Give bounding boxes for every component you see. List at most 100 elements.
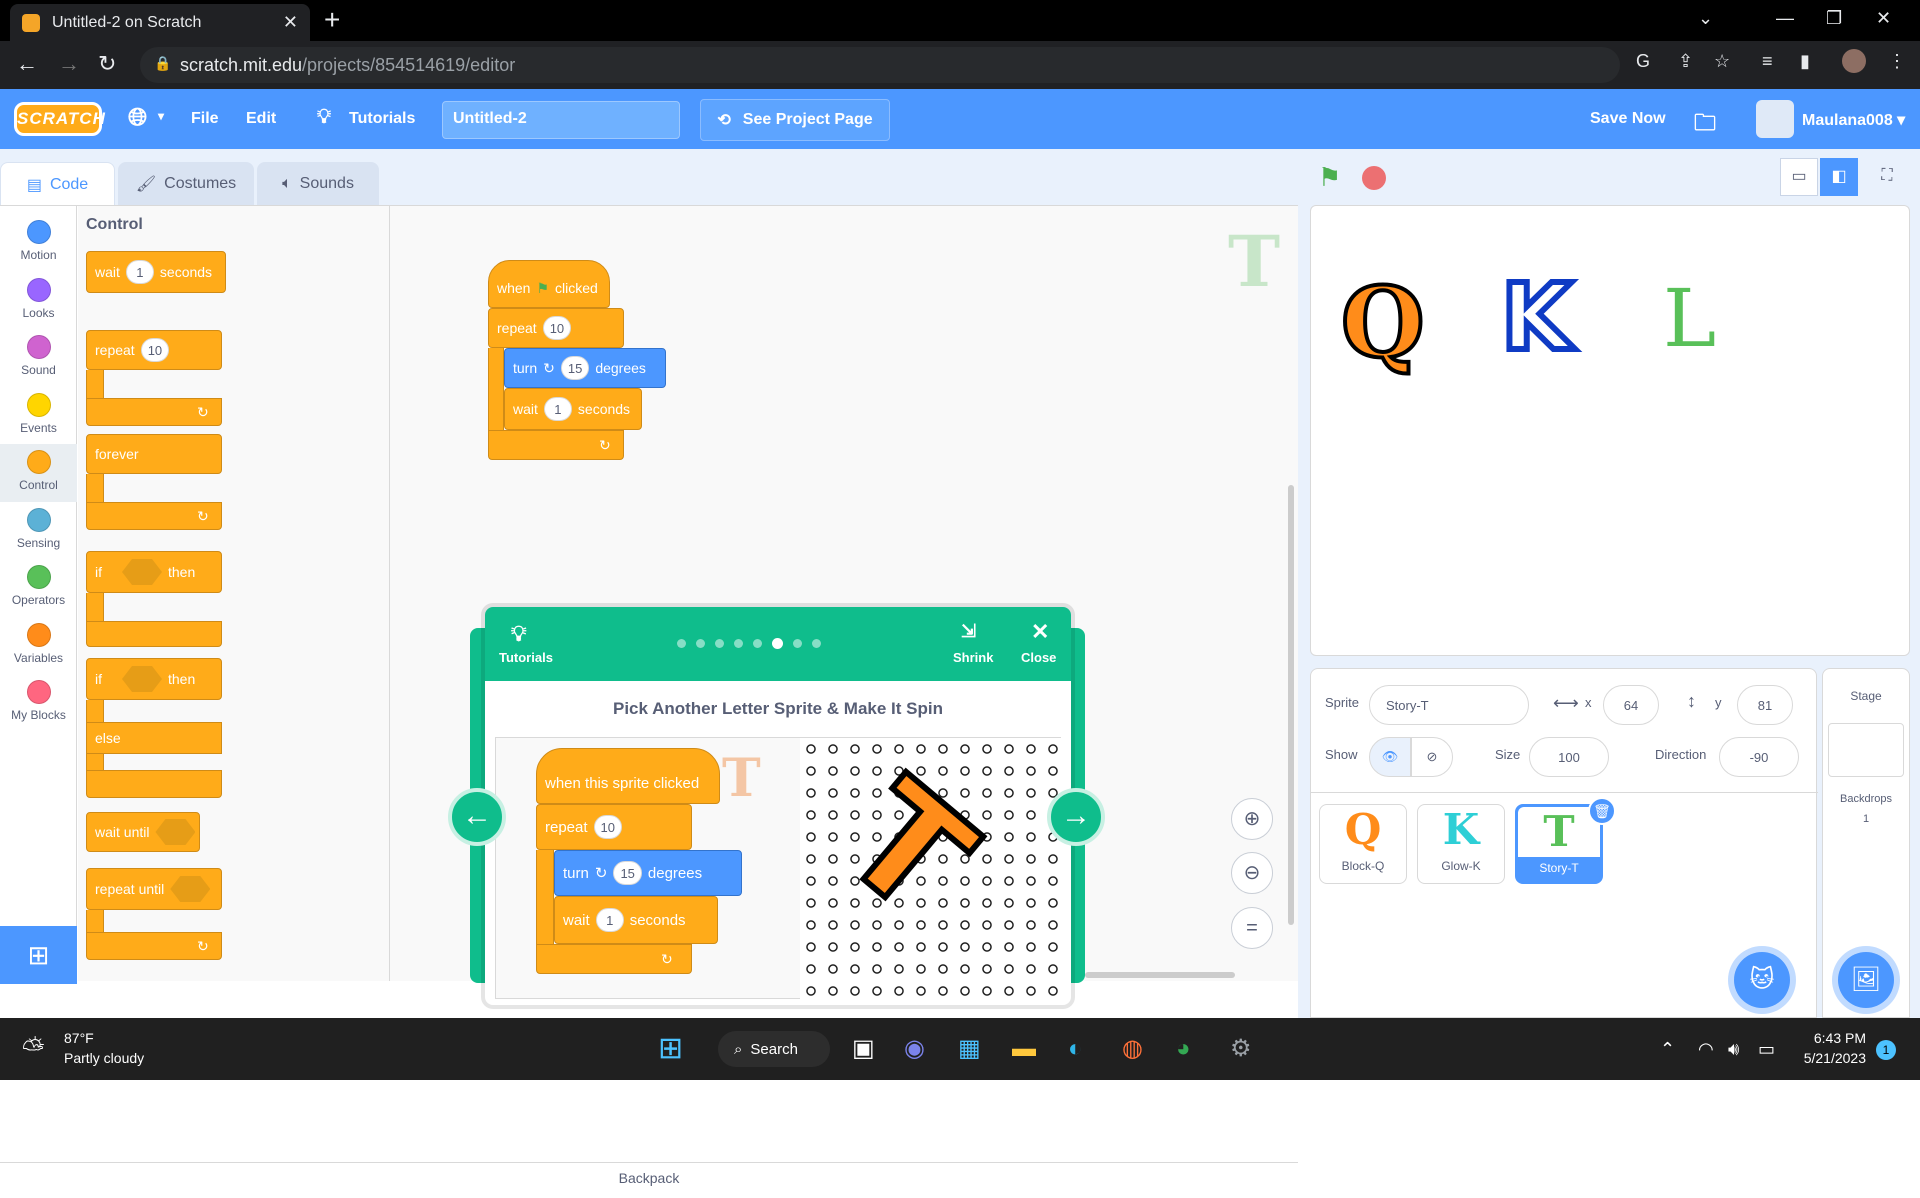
palette-forever-block[interactable]: forever [86,434,222,474]
tray-chevron-icon[interactable]: ⌃ [1660,1032,1675,1066]
browser-tab[interactable]: Untitled-2 on Scratch ✕ [10,4,310,41]
minimize-button[interactable]: — [1776,8,1794,29]
notification-badge[interactable]: 1 [1876,1040,1896,1060]
repeat-block[interactable]: repeat 10 [488,308,624,348]
condition-slot[interactable] [170,876,211,902]
see-project-page-button[interactable]: ⟲ See Project Page [700,99,890,141]
add-extension-button[interactable]: ⊞ [0,926,77,984]
bookmark-star-icon[interactable]: ☆ [1714,51,1730,72]
tutorials-menu[interactable]: Tutorials [349,110,415,128]
profile-avatar[interactable] [1842,49,1866,73]
large-stage-button[interactable]: ◧ [1820,158,1858,196]
when-flag-clicked-block[interactable]: when ⚑ clicked [488,260,610,308]
language-chevron-icon[interactable]: ▾ [158,109,164,123]
account-menu[interactable]: Maulana008 ▾ [1802,110,1905,130]
palette-repeat-until-block[interactable]: repeat until [86,868,222,910]
taskbar-search[interactable]: ⌕ Search [718,1031,830,1067]
user-avatar[interactable] [1756,100,1794,138]
tab-costumes[interactable]: 🖌︎ Costumes [118,162,254,205]
scratch-logo[interactable]: SCRATCH [14,102,105,136]
sprite-tile[interactable]: Q Block-Q [1319,804,1407,884]
tab-sounds[interactable]: 🔈︎ Sounds [257,162,379,205]
shrink-button[interactable]: Shrink [953,650,993,665]
wait-input[interactable]: 1 [543,397,572,421]
palette-wait-block[interactable]: wait 1 seconds [86,251,226,293]
clock-time[interactable]: 6:43 PM [1798,1030,1866,1046]
wifi-icon[interactable]: ◠ [1698,1032,1714,1066]
horizontal-scrollbar[interactable] [1085,972,1235,978]
chrome-menu-icon[interactable]: ⋮ [1888,51,1906,72]
category-variables[interactable]: Variables [0,617,77,675]
clock-date[interactable]: 5/21/2023 [1790,1050,1866,1066]
show-hidden-button[interactable]: ⊘ [1411,737,1453,777]
stage-sprite-q[interactable]: Q [1339,264,1427,381]
task-view-icon[interactable]: ▣ [852,1032,875,1066]
my-stuff-folder-icon[interactable]: 🗀 [1694,106,1716,144]
stage-sprite-k[interactable]: K [1498,261,1575,374]
fullscreen-button[interactable]: ⛶ [1868,158,1906,196]
category-control[interactable]: Control [0,444,77,502]
firefox-icon[interactable]: ◍ [1122,1032,1143,1066]
zoom-out-button[interactable]: ⊖ [1231,852,1273,894]
x-input[interactable]: 64 [1603,685,1659,725]
volume-icon[interactable]: 🔊︎ [1728,1032,1739,1066]
category-looks[interactable]: Looks [0,272,77,330]
palette-wait-until-block[interactable]: wait until [86,812,200,852]
file-explorer-icon[interactable]: ▬ [1012,1032,1036,1066]
language-globe-icon[interactable]: 🌐︎ [128,104,147,132]
edge-icon[interactable]: ◐ [1068,1032,1083,1066]
google-icon[interactable]: G [1636,51,1650,72]
stage-canvas[interactable]: Q K L [1310,205,1910,656]
repeat-input[interactable]: 10 [542,316,572,340]
palette-repeat-block[interactable]: repeat 10 [86,330,222,370]
file-menu[interactable]: File [191,110,219,128]
y-input[interactable]: 81 [1737,685,1793,725]
new-tab-button[interactable]: + [324,6,340,34]
tutorials-button[interactable]: Tutorials [499,650,553,665]
forward-button[interactable]: → [58,51,80,77]
url-bar[interactable]: 🔒 scratch.mit.edu/projects/854514619/edi… [140,47,1620,83]
condition-slot[interactable] [122,559,162,585]
weather-temp[interactable]: 87°F [64,1030,94,1046]
close-window-button[interactable]: ✕ [1876,8,1891,29]
repeat-input[interactable]: 10 [140,338,170,362]
green-flag-button[interactable]: ⚑ [1318,162,1341,193]
settings-gear-icon[interactable]: ⚙ [1230,1032,1252,1066]
category-sound[interactable]: Sound [0,329,77,387]
zoom-in-button[interactable]: ⊕ [1231,798,1273,840]
category-operators[interactable]: Operators [0,559,77,617]
edit-menu[interactable]: Edit [246,110,276,128]
save-now-button[interactable]: Save Now [1590,110,1666,128]
sprite-tile[interactable]: K Glow-K [1417,804,1505,884]
tab-code[interactable]: ▤ Code [0,162,115,207]
previous-step-button[interactable]: ← [448,788,506,846]
choose-sprite-button[interactable]: 🐱︎ [1734,952,1790,1008]
store-icon[interactable]: ▦ [958,1032,981,1066]
condition-slot[interactable] [155,819,196,845]
side-panel-icon[interactable]: ▮ [1800,51,1810,72]
small-stage-button[interactable]: ▭ [1780,158,1818,196]
weather-desc[interactable]: Partly cloudy [64,1050,144,1066]
project-title-input[interactable]: Untitled-2 [442,101,680,139]
chat-icon[interactable]: ◉ [904,1032,925,1066]
choose-backdrop-button[interactable]: 🖼︎ [1838,952,1894,1008]
chrome-icon[interactable]: ◕ [1176,1032,1191,1066]
wait-input[interactable]: 1 [125,260,154,284]
category-motion[interactable]: Motion [0,214,77,272]
palette-if-else-block[interactable]: if then [86,658,222,700]
turn-block[interactable]: turn ↻ 15 degrees [504,348,666,388]
category-sensing[interactable]: Sensing [0,502,77,560]
backpack[interactable]: Backpack [0,1162,1298,1198]
media-icon[interactable]: ≡ [1762,51,1773,72]
wait-block[interactable]: wait 1 seconds [504,388,642,430]
restore-button[interactable]: ❐ [1826,8,1842,29]
start-button[interactable]: ⊞ [658,1032,683,1066]
battery-icon[interactable]: ▭ [1758,1032,1775,1066]
close-tutorial-button[interactable]: Close [1021,650,1056,665]
palette-if-then-block[interactable]: if then [86,551,222,593]
size-input[interactable]: 100 [1529,737,1609,777]
direction-input[interactable]: -90 [1719,737,1799,777]
category-events[interactable]: Events [0,387,77,445]
back-button[interactable]: ← [16,51,38,77]
stage-sprite-l[interactable]: L [1663,272,1716,365]
